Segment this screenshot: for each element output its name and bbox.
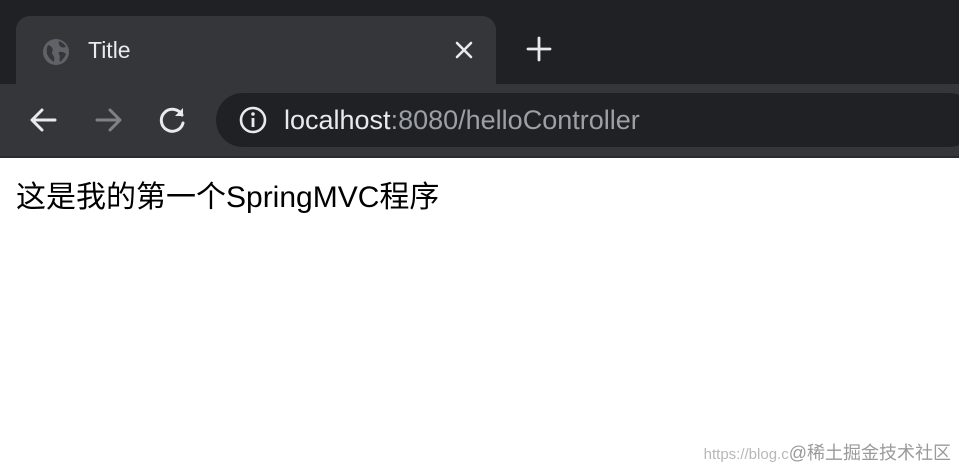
globe-icon <box>40 36 72 68</box>
plus-icon[interactable] <box>522 32 556 66</box>
watermark-brand: @稀土掘金技术社区 <box>788 443 951 463</box>
watermark: https://blog.c@稀土掘金技术社区 <box>704 443 951 465</box>
address-bar[interactable]: localhost:8080/helloController <box>216 93 959 147</box>
toolbar: localhost:8080/helloController <box>0 84 959 158</box>
browser-window: Title localhost:8080/helloController 这是我… <box>0 0 959 471</box>
tab-title: Title <box>88 37 131 63</box>
arrow-left-icon[interactable] <box>26 102 62 138</box>
info-icon[interactable] <box>238 105 268 135</box>
tab-strip: Title <box>0 0 959 88</box>
url-host: localhost <box>284 105 391 135</box>
watermark-url: https://blog.c <box>703 446 789 463</box>
reload-icon[interactable] <box>155 102 191 138</box>
close-icon[interactable] <box>450 36 478 64</box>
page-body-text: 这是我的第一个SpringMVC程序 <box>16 181 440 214</box>
page-content: 这是我的第一个SpringMVC程序 https://blog.c@稀土掘金技术… <box>0 158 959 471</box>
url-text[interactable]: localhost:8080/helloController <box>284 103 640 137</box>
arrow-right-icon[interactable] <box>90 102 126 138</box>
tab-active[interactable]: Title <box>16 16 496 88</box>
url-path: :8080/helloController <box>390 105 640 135</box>
